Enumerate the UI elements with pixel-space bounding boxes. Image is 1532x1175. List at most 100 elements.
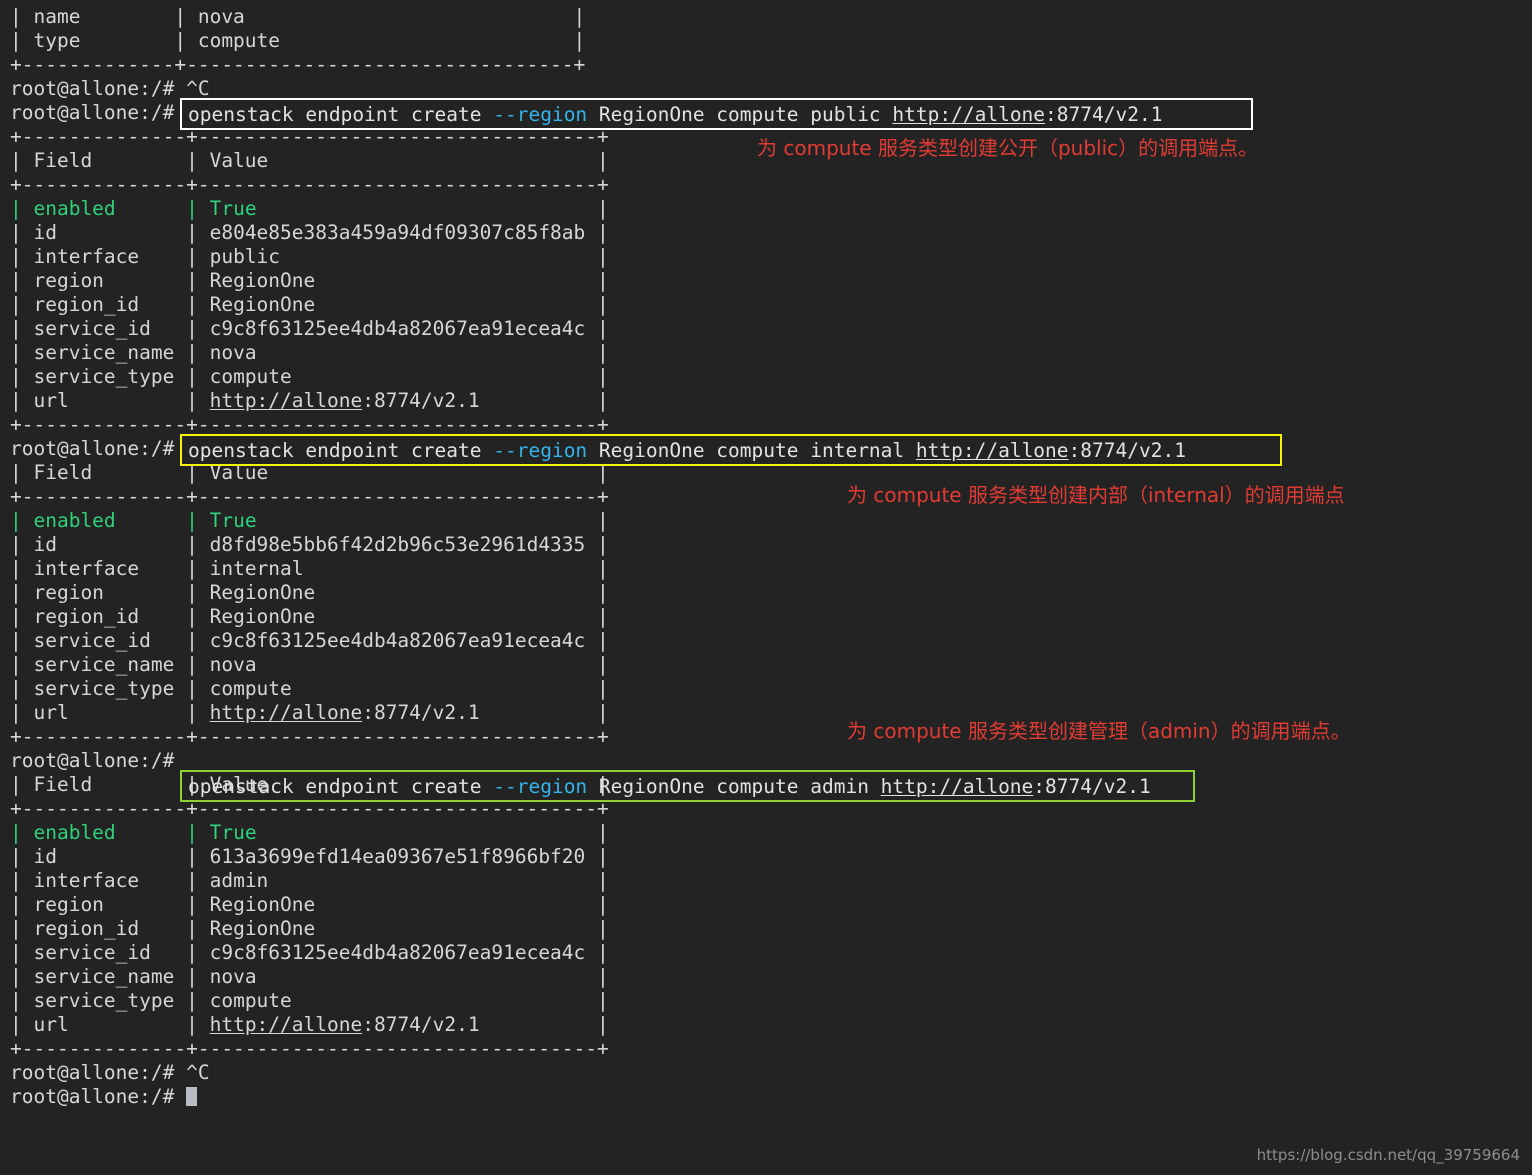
cell-value: RegionOne [209, 269, 316, 292]
row-edge: | [479, 701, 609, 724]
table-row: | enabled | True | [10, 509, 1522, 533]
terminal-cursor [186, 1087, 198, 1106]
cell-field: | service_type | [10, 989, 210, 1012]
command-url-path: :8774/v2.1 [1045, 103, 1163, 126]
highlight-box-internal-command[interactable]: openstack endpoint create --region Regio… [180, 434, 1282, 466]
cell-value: 613a3699efd14ea09367e51f8966bf20 [209, 845, 586, 868]
table-row: | id | e804e85e383a459a94df09307c85f8ab … [10, 221, 1522, 245]
cell-field: | id | [10, 533, 210, 556]
cell-field: | region_id | [10, 293, 210, 316]
row-edge: | [479, 1013, 609, 1036]
prompt-line-interrupt-2: root@allone:/# ^C [10, 1061, 210, 1084]
row-edge: | [585, 845, 609, 868]
row-edge: | [585, 629, 609, 652]
cell-field: | enabled | [10, 509, 210, 532]
command-url-host[interactable]: http://allone [881, 775, 1034, 798]
cell-field: | url | [10, 701, 210, 724]
cell-field: | region_id | [10, 917, 210, 940]
row-edge: | [256, 341, 609, 364]
table-row: | service_type | compute | [10, 365, 1522, 389]
cell-field: | region_id | [10, 605, 210, 628]
table-row: | id | 613a3699efd14ea09367e51f8966bf20 … [10, 845, 1522, 869]
command-url-host[interactable]: http://allone [916, 439, 1069, 462]
cell-value-url-host[interactable]: http://allone [210, 1013, 363, 1036]
shell-prompt: root@allone:/# [10, 1085, 187, 1108]
cell-value-url-host[interactable]: http://allone [210, 389, 363, 412]
cell-value: nova [209, 965, 257, 988]
command-prefix: openstack endpoint create [188, 103, 494, 126]
cell-value: nova [209, 341, 257, 364]
table-separator: +-------------+-------------------------… [10, 53, 586, 76]
row-edge: | [256, 509, 609, 532]
table-row: | region | RegionOne | [10, 893, 1522, 917]
cell-value-url-path: :8774/v2.1 [362, 1013, 480, 1036]
row-edge: | [291, 989, 609, 1012]
table-row: | service_name | nova | [10, 341, 1522, 365]
cell-value-url-host[interactable]: http://allone [210, 701, 363, 724]
cell-value: RegionOne [209, 893, 316, 916]
row-edge: | [585, 941, 609, 964]
row-edge: | [291, 365, 609, 388]
row-edge: | [256, 653, 609, 676]
row-edge: | [315, 269, 609, 292]
cell-field: | id | [10, 221, 210, 244]
command-flag: --region [493, 775, 588, 798]
command-url-path: :8774/v2.1 [1068, 439, 1186, 462]
cell-value: internal [209, 557, 304, 580]
cell-field: | enabled | [10, 821, 210, 844]
watermark: https://blog.csdn.net/qq_39759664 [1256, 1146, 1520, 1164]
row-edge: | [268, 869, 609, 892]
row-edge: | [315, 581, 609, 604]
table-row: | service_name | nova | [10, 653, 1522, 677]
annotation-public: 为 compute 服务类型创建公开（public）的调用端点。 [757, 136, 1259, 160]
cell-field: | url | [10, 389, 210, 412]
table-row: | url | http://allone:8774/v2.1 | [10, 1013, 1522, 1037]
command-url-host[interactable]: http://allone [892, 103, 1045, 126]
cell-value: compute [209, 989, 292, 1012]
table-row: | service_name | nova | [10, 965, 1522, 989]
table-row: | service_type | compute | [10, 677, 1522, 701]
row-edge: | [256, 197, 609, 220]
cell-value: True [209, 509, 257, 532]
cell-field: | enabled | [10, 197, 210, 220]
cell-value: e804e85e383a459a94df09307c85f8ab [209, 221, 586, 244]
row-edge: | [291, 677, 609, 700]
command-text-internal: openstack endpoint create --region Regio… [182, 436, 1280, 466]
table-row: | url | http://allone:8774/v2.1 | [10, 389, 1522, 413]
cell-field: | service_type | [10, 677, 210, 700]
cell-field: | service_name | [10, 653, 210, 676]
cell-field: | service_name | [10, 965, 210, 988]
cell-value: d8fd98e5bb6f42d2b96c53e2961d4335 [209, 533, 586, 556]
table-row: | region | RegionOne | [10, 269, 1522, 293]
cell-field: | region | [10, 269, 210, 292]
table-row: | service_id | c9c8f63125ee4db4a82067ea9… [10, 941, 1522, 965]
terminal-screen: | name | nova | | type | compute | +----… [10, 5, 1522, 1109]
command-text-public: openstack endpoint create --region Regio… [182, 100, 1251, 130]
cell-value: True [209, 197, 257, 220]
table-separator: +--------------+------------------------… [10, 173, 609, 196]
cell-field: | service_name | [10, 341, 210, 364]
highlight-box-admin-command[interactable]: openstack endpoint create --region Regio… [180, 770, 1195, 802]
prompt-line-current[interactable]: root@allone:/# [10, 1085, 1522, 1109]
cell-value: RegionOne [209, 605, 316, 628]
cell-value: admin [209, 869, 269, 892]
table-row: | region_id | RegionOne | [10, 293, 1522, 317]
cell-value: RegionOne [209, 581, 316, 604]
cell-value: compute [209, 677, 292, 700]
table-row: | name | nova | [10, 5, 586, 28]
annotation-admin: 为 compute 服务类型创建管理（admin）的调用端点。 [847, 719, 1351, 743]
cell-field: | region | [10, 893, 210, 916]
cell-value: nova [209, 653, 257, 676]
row-edge: | [256, 965, 609, 988]
highlight-box-public-command[interactable]: openstack endpoint create --region Regio… [180, 98, 1253, 130]
cell-value: c9c8f63125ee4db4a82067ea91ecea4c [209, 629, 586, 652]
cell-field: | service_id | [10, 629, 210, 652]
row-edge: | [585, 221, 609, 244]
terminal-window[interactable]: | name | nova | | type | compute | +----… [0, 0, 1532, 1175]
command-text-admin: openstack endpoint create --region Regio… [182, 772, 1193, 802]
cell-field: | service_id | [10, 317, 210, 340]
table-row: | interface | public | [10, 245, 1522, 269]
cell-field: | id | [10, 845, 210, 868]
table-row: | service_type | compute | [10, 989, 1522, 1013]
table-row: | id | d8fd98e5bb6f42d2b96c53e2961d4335 … [10, 533, 1522, 557]
